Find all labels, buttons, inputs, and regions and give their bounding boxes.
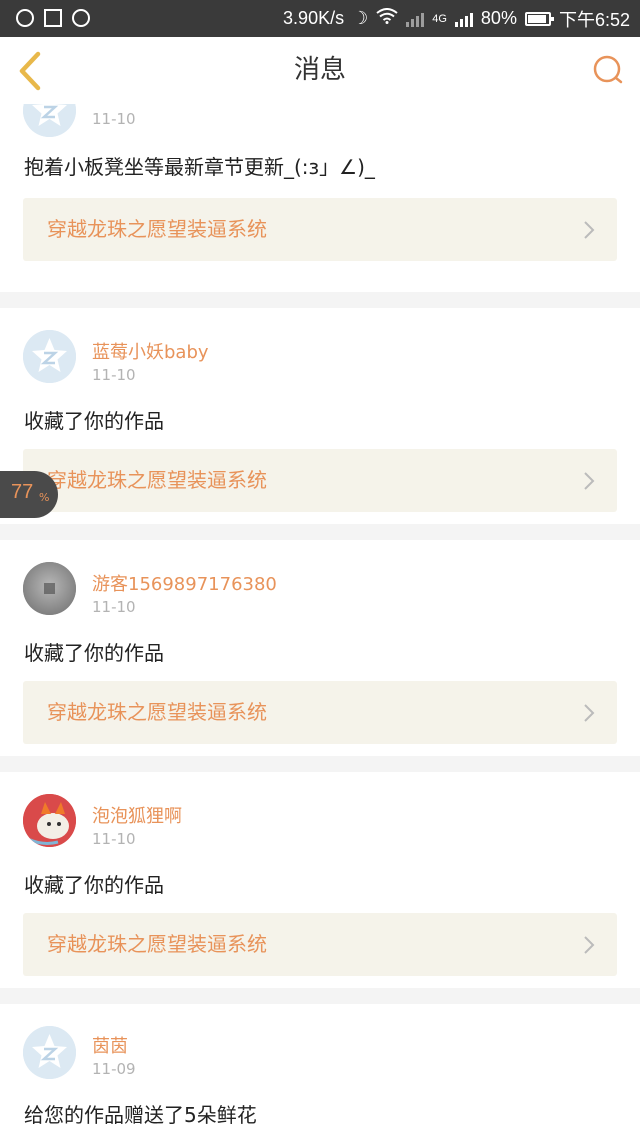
book-link[interactable]: 穿越龙珠之愿望装逼系统 [23,681,617,744]
username[interactable]: 蓝莓小妖baby [92,338,209,364]
chevron-right-icon [584,704,595,722]
more-icon [72,9,90,27]
net-speed: 3.90K/s [283,8,345,28]
moon-icon: ☽ [352,8,369,28]
image-icon [44,9,62,27]
default-avatar-icon [23,1026,76,1079]
message-time: 11-10 [92,598,136,616]
battery-percent: 80% [480,8,517,28]
search-button[interactable] [592,53,626,87]
message-time: 11-09 [92,1060,136,1078]
page-title: 消息 [293,55,346,85]
chevron-right-icon [584,221,595,239]
username[interactable]: 游客1569897176380 [92,570,277,596]
message-item: 茵茵 11-09 给您的作品赠送了5朵鲜花 [0,1004,640,1138]
clock: 下午6:52 [558,9,630,30]
book-link[interactable]: 穿越龙珠之愿望装逼系统 [23,198,617,261]
divider [0,756,640,772]
battery-icon [524,11,554,26]
message-item: 泡泡狐狸啊 11-10 收藏了你的作品 穿越龙珠之愿望装逼系统 [0,772,640,988]
guest-avatar-icon [23,562,76,615]
username[interactable]: 茵茵 [92,1032,128,1058]
message-time: 11-10 [92,830,136,848]
message-item: 蓝莓小妖baby 11-10 收藏了你的作品 穿越龙珠之愿望装逼系统 [0,308,640,524]
message-content: 收藏了你的作品 [24,873,164,897]
book-title: 穿越龙珠之愿望装逼系统 [47,468,267,492]
default-avatar-icon [23,104,76,137]
network-type: 4G [432,12,447,25]
message-time: 11-10 [92,366,136,384]
username[interactable]: 泡泡狐狸啊 [92,802,182,828]
bubble-value: 77 [11,481,34,503]
signal-icon [406,11,425,27]
wifi-icon [376,8,398,29]
signal-4g-icon [454,11,473,27]
message-list[interactable]: ， 11-10 抱着小板凳坐等最新章节更新_(:з」∠)_ 穿越龙珠之愿望装逼系… [0,104,640,1138]
book-link[interactable]: 穿越龙珠之愿望装逼系统 [23,449,617,512]
message-content: 收藏了你的作品 [24,409,164,433]
book-title: 穿越龙珠之愿望装逼系统 [47,217,267,241]
search-icon [593,55,623,84]
chevron-right-icon [584,472,595,490]
message-content: 收藏了你的作品 [24,641,164,665]
username[interactable]: ， [92,104,110,108]
app-header: 消息 [0,37,640,105]
book-title: 穿越龙珠之愿望装逼系统 [47,700,267,724]
book-link[interactable]: 穿越龙珠之愿望装逼系统 [23,913,617,976]
status-bar: 3.90K/s ☽ 4G 80% 下午6:52 [0,0,640,37]
status-icons-right: 3.90K/s ☽ 4G 80% 下午6:52 [283,0,630,37]
message-time: 11-10 [92,110,136,128]
status-icons-left [16,9,90,27]
divider [0,524,640,540]
default-avatar-icon [23,330,76,383]
sync-icon [16,9,34,27]
bubble-unit: % [39,491,50,504]
message-item: 游客1569897176380 11-10 收藏了你的作品 穿越龙珠之愿望装逼系… [0,540,640,756]
book-title: 穿越龙珠之愿望装逼系统 [47,932,267,956]
chevron-right-icon [584,936,595,954]
fox-avatar-icon [23,794,76,847]
divider [0,988,640,1004]
message-content: 给您的作品赠送了5朵鲜花 [24,1103,257,1127]
message-content: 抱着小板凳坐等最新章节更新_(:з」∠)_ [24,155,375,179]
message-item: ， 11-10 抱着小板凳坐等最新章节更新_(:з」∠)_ 穿越龙珠之愿望装逼系… [0,104,640,292]
floating-memory-bubble[interactable]: 77 % [0,471,58,518]
divider [0,292,640,308]
